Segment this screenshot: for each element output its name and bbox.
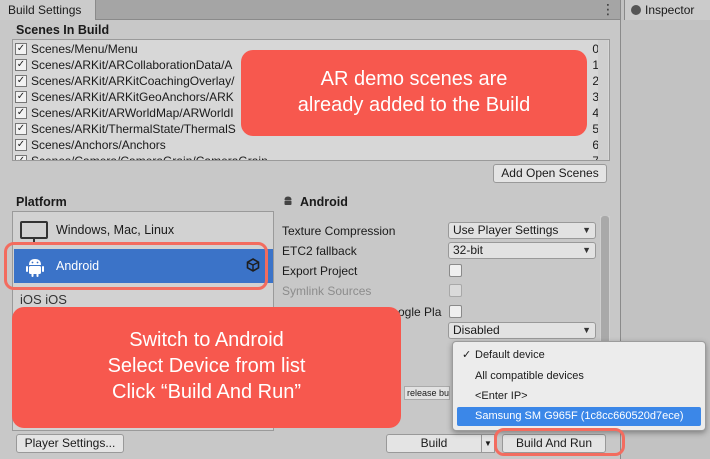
menu-item-label: Samsung SM G965F (1c8cc660520d7ece) xyxy=(475,410,684,422)
scene-path: Scenes/ARKit/ARWorldMap/ARWorldI xyxy=(31,106,234,120)
build-button[interactable]: Build xyxy=(386,434,482,453)
scenes-in-build-title: Scenes In Build xyxy=(16,23,110,37)
tab-build-settings[interactable]: Build Settings xyxy=(0,0,96,20)
texture-compression-label: Texture Compression xyxy=(282,224,396,238)
tab-menu-icon[interactable]: ⋮ xyxy=(599,0,617,20)
annotation-line: Click “Build And Run” xyxy=(112,381,301,403)
scenes-scrollbar[interactable] xyxy=(598,40,608,160)
scene-path: Scenes/Anchors/Anchors xyxy=(31,138,166,152)
dropdown-value: 32-bit xyxy=(453,243,484,257)
scene-path: Scenes/Menu/Menu xyxy=(31,42,138,56)
scene-checkbox[interactable]: ✓ xyxy=(15,107,27,119)
chevron-down-icon: ▼ xyxy=(582,225,591,235)
platform-item-label: iOS iOS xyxy=(20,292,67,307)
info-icon xyxy=(631,5,641,15)
scene-path: Scenes/Camera/CameraGrain/CameraGrain xyxy=(31,154,268,161)
symlink-sources-label: Symlink Sources xyxy=(282,284,372,298)
settings-scroll-thumb[interactable] xyxy=(601,216,609,346)
chevron-down-icon: ▼ xyxy=(582,245,591,255)
scene-checkbox[interactable]: ✓ xyxy=(15,91,27,103)
build-dropdown-icon[interactable]: ▼ xyxy=(481,434,495,453)
dropdown-value: Disabled xyxy=(453,323,500,337)
scene-checkbox[interactable]: ✓ xyxy=(15,123,27,135)
scene-path: Scenes/ARKit/ARKitGeoAnchors/ARK xyxy=(31,90,234,104)
menu-item-samsung-device[interactable]: Samsung SM G965F (1c8cc660520d7ece) xyxy=(457,407,701,426)
release-build-hint: release buil xyxy=(404,386,450,400)
annotation-line: Select Device from list xyxy=(107,355,306,377)
menu-item-label: Default device xyxy=(475,349,545,361)
menu-item-label: All compatible devices xyxy=(475,370,584,382)
tab-inspector[interactable]: Inspector xyxy=(624,0,710,20)
annotation-callout-steps: Switch to Android Select Device from lis… xyxy=(12,307,401,428)
symlink-sources-checkbox xyxy=(449,284,462,297)
run-device-menu: ✓ Default device All compatible devices <… xyxy=(452,341,706,431)
chevron-down-icon: ▼ xyxy=(582,325,591,335)
android-settings-title: Android xyxy=(300,195,348,209)
menu-item-label: <Enter IP> xyxy=(475,390,528,402)
scene-checkbox[interactable]: ✓ xyxy=(15,75,27,87)
scene-row[interactable]: ✓ Scenes/Anchors/Anchors 6 xyxy=(15,137,609,153)
menu-item-all-devices[interactable]: All compatible devices xyxy=(457,367,701,386)
check-icon: ✓ xyxy=(462,349,472,361)
scene-row[interactable]: ✓ Scenes/Camera/CameraGrain/CameraGrain 7 xyxy=(15,153,609,161)
export-project-label: Export Project xyxy=(282,264,358,278)
inspector-tab-label: Inspector xyxy=(645,3,695,17)
scene-path: Scenes/ARKit/ARKitCoachingOverlay/ xyxy=(31,74,235,88)
menu-item-enter-ip[interactable]: <Enter IP> xyxy=(457,387,701,406)
platform-title: Platform xyxy=(16,195,67,209)
scene-checkbox[interactable]: ✓ xyxy=(15,155,27,160)
annotation-line: already added to the Build xyxy=(297,94,531,116)
etc2-fallback-label: ETC2 fallback xyxy=(282,244,357,258)
scene-checkbox[interactable]: ✓ xyxy=(15,59,27,71)
monitor-icon xyxy=(20,221,48,245)
highlight-build-and-run xyxy=(494,428,625,456)
scene-path: Scenes/ARKit/ThermalState/ThermalS xyxy=(31,122,236,136)
run-device-dropdown[interactable]: Disabled ▼ xyxy=(448,322,596,339)
scene-checkbox[interactable]: ✓ xyxy=(15,139,27,151)
player-settings-button[interactable]: Player Settings... xyxy=(16,434,124,453)
export-project-checkbox[interactable] xyxy=(449,264,462,277)
google-play-checkbox[interactable] xyxy=(449,305,462,318)
highlight-android xyxy=(4,242,268,290)
menu-item-default-device[interactable]: ✓ Default device xyxy=(457,346,701,365)
annotation-line: AR demo scenes are xyxy=(320,68,508,90)
etc2-fallback-dropdown[interactable]: 32-bit ▼ xyxy=(448,242,596,259)
texture-compression-dropdown[interactable]: Use Player Settings ▼ xyxy=(448,222,596,239)
annotation-callout-scenes: AR demo scenes are already added to the … xyxy=(241,50,587,136)
scene-path: Scenes/ARKit/ARCollaborationData/A xyxy=(31,58,233,72)
dropdown-value: Use Player Settings xyxy=(453,223,559,237)
scene-checkbox[interactable]: ✓ xyxy=(15,43,27,55)
add-open-scenes-button[interactable]: Add Open Scenes xyxy=(493,164,607,183)
platform-item-label: Windows, Mac, Linux xyxy=(56,223,175,237)
android-icon xyxy=(284,196,292,205)
google-play-label: ogle Pla xyxy=(398,305,442,319)
annotation-line: Switch to Android xyxy=(129,329,284,351)
